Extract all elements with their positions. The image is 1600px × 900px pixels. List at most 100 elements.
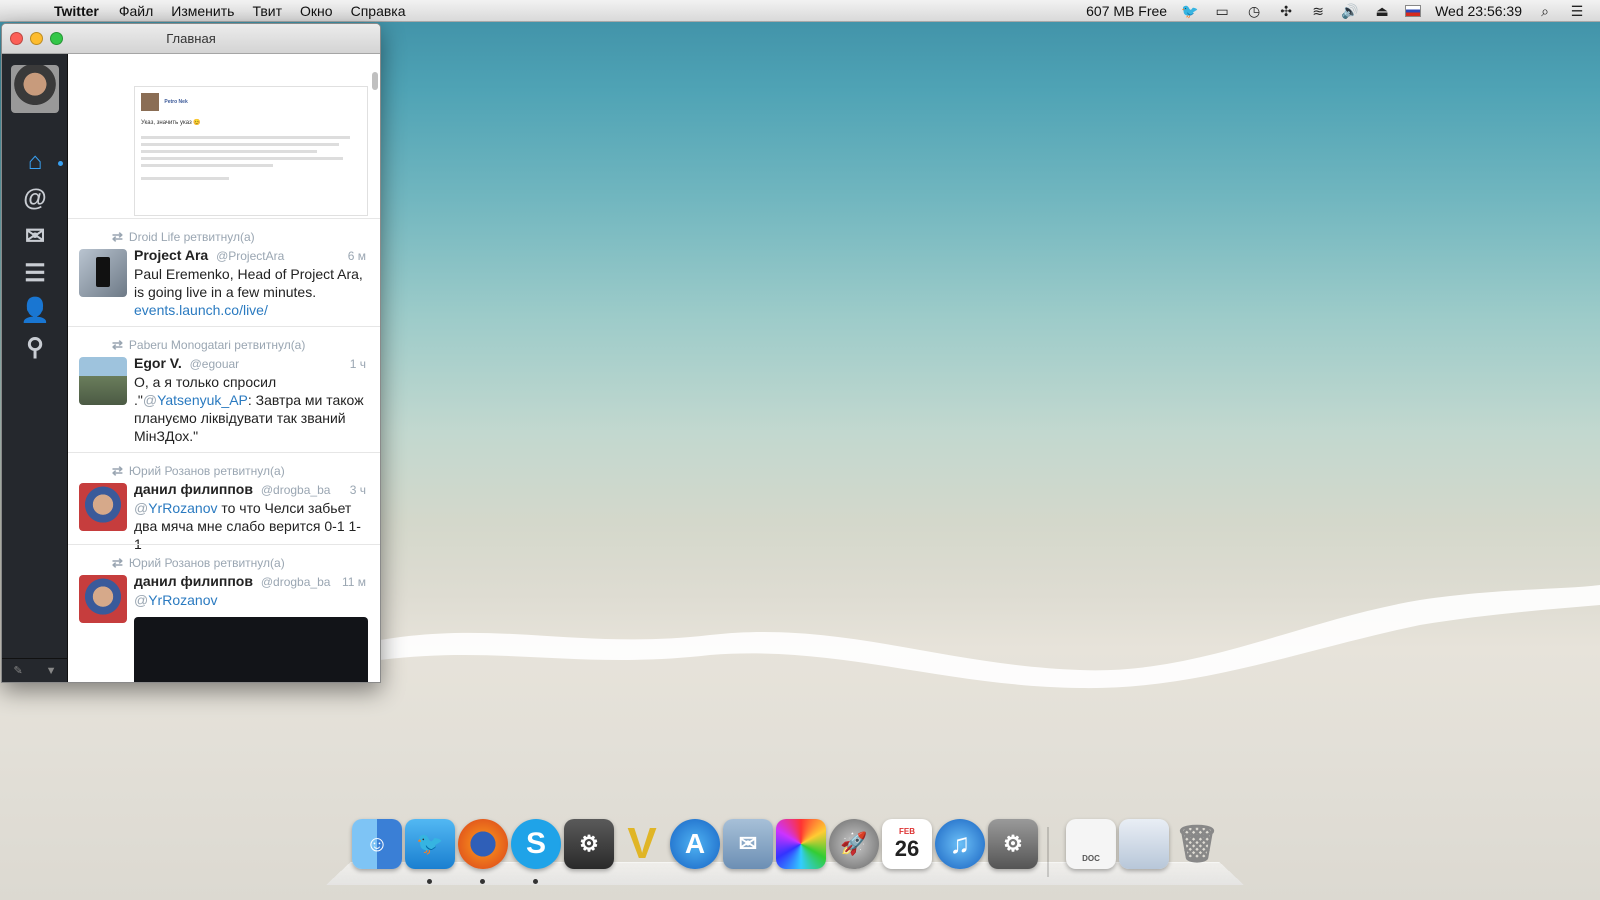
steam-icon[interactable]: ⚙	[564, 819, 614, 869]
preview-author: Petro Nek	[164, 99, 188, 106]
messages-icon[interactable]: ✉	[20, 221, 50, 251]
tweet-author-handle[interactable]: @drogba_ba	[261, 575, 331, 589]
tweet-item[interactable]: ⇄ Юрий Розанов ретвитнул(а) данил филиппо…	[68, 452, 380, 552]
retweet-info: ⇄ Юрий Розанов ретвитнул(а)	[112, 555, 285, 571]
memory-status[interactable]: 607 MB Free	[1086, 3, 1167, 19]
calendar-day: 26	[894, 835, 920, 861]
retweet-info: ⇄ Droid Life ретвитнул(а)	[112, 229, 255, 245]
close-button[interactable]	[10, 32, 23, 45]
retweeted-by: Paberu Monogatari ретвитнул(а)	[128, 338, 306, 352]
doc-label: DOC	[1082, 854, 1100, 863]
tweet-author-handle[interactable]: @ProjectAra	[216, 249, 284, 263]
user-avatar[interactable]	[11, 65, 59, 113]
system-preferences-icon[interactable]: ⚙	[988, 819, 1038, 869]
wave-foam	[380, 560, 1600, 700]
running-indicator	[480, 879, 485, 884]
bluetooth-icon[interactable]: ✣	[1277, 3, 1295, 19]
menu-file[interactable]: Файл	[119, 3, 153, 19]
retweeted-by: Droid Life ретвитнул(а)	[128, 230, 255, 244]
tweet-header: Egor V. @egouar 1 ч	[134, 355, 366, 371]
preview-avatar	[141, 93, 159, 111]
document-icon[interactable]: DOC	[1066, 819, 1116, 869]
finder-icon[interactable]: ☺	[352, 819, 402, 869]
twitter-dock-icon[interactable]: 🐦	[405, 819, 455, 869]
tweet-mention[interactable]: @YrRozanov	[134, 500, 217, 516]
menu-edit[interactable]: Изменить	[171, 3, 234, 19]
scrollbar[interactable]	[372, 72, 378, 90]
window-controls	[10, 32, 70, 45]
tweet-mention[interactable]: @YrRozanov	[134, 592, 217, 608]
app-store-icon[interactable]: A	[670, 819, 720, 869]
tweet-item[interactable]: ⇄ Paberu Monogatari ретвитнул(а) Egor V. …	[68, 326, 380, 452]
menu-help[interactable]: Справка	[351, 3, 406, 19]
running-indicator	[533, 879, 538, 884]
tweet-media[interactable]	[134, 617, 368, 682]
running-indicator	[427, 879, 432, 884]
tweet-link[interactable]: events.launch.co/live/	[134, 302, 268, 318]
more-dropdown-icon[interactable]: ▼	[46, 665, 57, 677]
window-titlebar[interactable]: Главная	[2, 24, 380, 54]
media-preview[interactable]: Petro Nek Указ, значить указ 😊	[134, 86, 368, 216]
tweet-author-name[interactable]: Project Ara	[134, 247, 208, 263]
time-machine-icon[interactable]: ◷	[1245, 3, 1263, 19]
vectorize-icon[interactable]: V	[617, 819, 667, 869]
tweet-time: 6 м	[347, 249, 366, 263]
tweet-item[interactable]: ⇄ Droid Life ретвитнул(а) Project Ara @Pr…	[68, 218, 380, 326]
retweet-icon: ⇄	[112, 463, 123, 478]
twitter-tray-icon[interactable]: 🐦	[1181, 3, 1199, 19]
clock[interactable]: Wed 23:56:39	[1435, 3, 1522, 19]
firefox-icon[interactable]	[458, 819, 508, 869]
itunes-icon[interactable]: ♫	[935, 819, 985, 869]
twitter-window: Главная ⌂ @ ✉ ☰ 👤 ⚲ ✎ ▼ Petro Nek Указ, …	[1, 23, 381, 683]
notification-center-icon[interactable]: ☰	[1568, 3, 1586, 19]
tweet-item[interactable]: ⇄ Юрий Розанов ретвитнул(а) данил филиппо…	[68, 544, 380, 682]
tweet-header: данил филиппов @drogba_ba 11 м	[134, 573, 366, 589]
calendar-icon[interactable]: FEB 26	[882, 819, 932, 869]
compose-icon[interactable]: ✎	[13, 664, 22, 677]
tweet-author-handle[interactable]: @drogba_ba	[261, 483, 331, 497]
preview-text: Указ, значить указ 😊	[141, 120, 201, 126]
trash-icon[interactable]: 🗑	[1172, 819, 1222, 869]
mail-icon[interactable]: ✉	[723, 819, 773, 869]
zoom-button[interactable]	[50, 32, 63, 45]
volume-icon[interactable]: 🔊	[1341, 3, 1359, 19]
mentions-icon[interactable]: @	[20, 184, 50, 214]
tweet-time: 3 ч	[349, 483, 366, 497]
menu-tweet[interactable]: Твит	[252, 3, 282, 19]
retweet-icon: ⇄	[112, 229, 123, 244]
status-tray: 607 MB Free 🐦 ▭ ◷ ✣ ≋ 🔊 ⏏ Wed 23:56:39 ⌕…	[1072, 3, 1586, 19]
tweet-header: данил филиппов @drogba_ba 3 ч	[134, 481, 366, 497]
retweeted-by: Юрий Розанов ретвитнул(а)	[128, 556, 285, 570]
color-picker-icon[interactable]	[776, 819, 826, 869]
menu-app-twitter[interactable]: Twitter	[54, 3, 99, 19]
dock-separator	[1047, 827, 1049, 877]
firefox-download-stack-icon[interactable]	[1119, 819, 1169, 869]
tweet-mention[interactable]: @Yatsenyuk_AP	[143, 392, 248, 408]
spotlight-search-icon[interactable]: ⌕	[1536, 3, 1554, 19]
search-icon[interactable]: ⚲	[20, 332, 50, 362]
tweet-avatar[interactable]	[79, 575, 127, 623]
launchpad-icon[interactable]: 🚀	[829, 819, 879, 869]
timeline[interactable]: Petro Nek Указ, значить указ 😊 ⇄ Droid Li…	[68, 54, 380, 682]
tweet-avatar[interactable]	[79, 357, 127, 405]
tweet-author-name[interactable]: Egor V.	[134, 355, 182, 371]
tweet-avatar[interactable]	[79, 483, 127, 531]
tweet-avatar[interactable]	[79, 249, 127, 297]
tweet-text: Paul Eremenko, Head of Project Ara, is g…	[134, 265, 366, 319]
tweet-author-name[interactable]: данил филиппов	[134, 573, 253, 589]
minimize-button[interactable]	[30, 32, 43, 45]
window-title: Главная	[166, 31, 216, 46]
airplay-icon[interactable]: ▭	[1213, 3, 1231, 19]
wifi-icon[interactable]: ≋	[1309, 3, 1327, 19]
tweet-author-name[interactable]: данил филиппов	[134, 481, 253, 497]
input-language-flag-icon[interactable]	[1405, 4, 1422, 17]
skype-icon[interactable]: S	[511, 819, 561, 869]
eject-icon[interactable]: ⏏	[1373, 3, 1391, 19]
unread-dot	[58, 161, 63, 166]
tweet-author-handle[interactable]: @egouar	[190, 357, 240, 371]
home-icon[interactable]: ⌂	[20, 147, 50, 177]
menu-window[interactable]: Окно	[300, 3, 333, 19]
tweet-header: Project Ara @ProjectAra 6 м	[134, 247, 366, 263]
lists-icon[interactable]: ☰	[20, 258, 50, 288]
profile-icon[interactable]: 👤	[20, 295, 50, 325]
